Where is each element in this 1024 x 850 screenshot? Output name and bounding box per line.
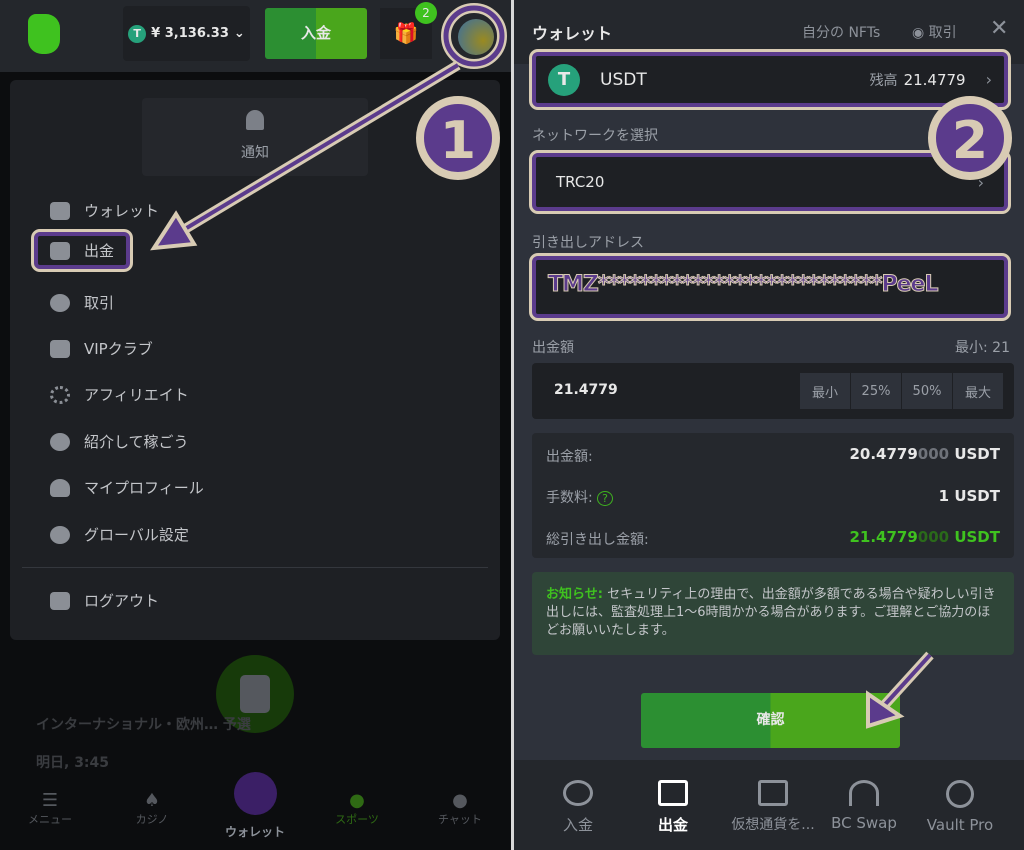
svg-text:2: 2 — [952, 111, 988, 171]
arrow-head-icon — [150, 210, 198, 251]
annotation-overlay: 1 2 — [150, 3, 1012, 729]
svg-text:1: 1 — [440, 111, 476, 171]
step-1-marker: 1 — [416, 96, 500, 180]
step-2-marker: 2 — [928, 96, 1012, 180]
